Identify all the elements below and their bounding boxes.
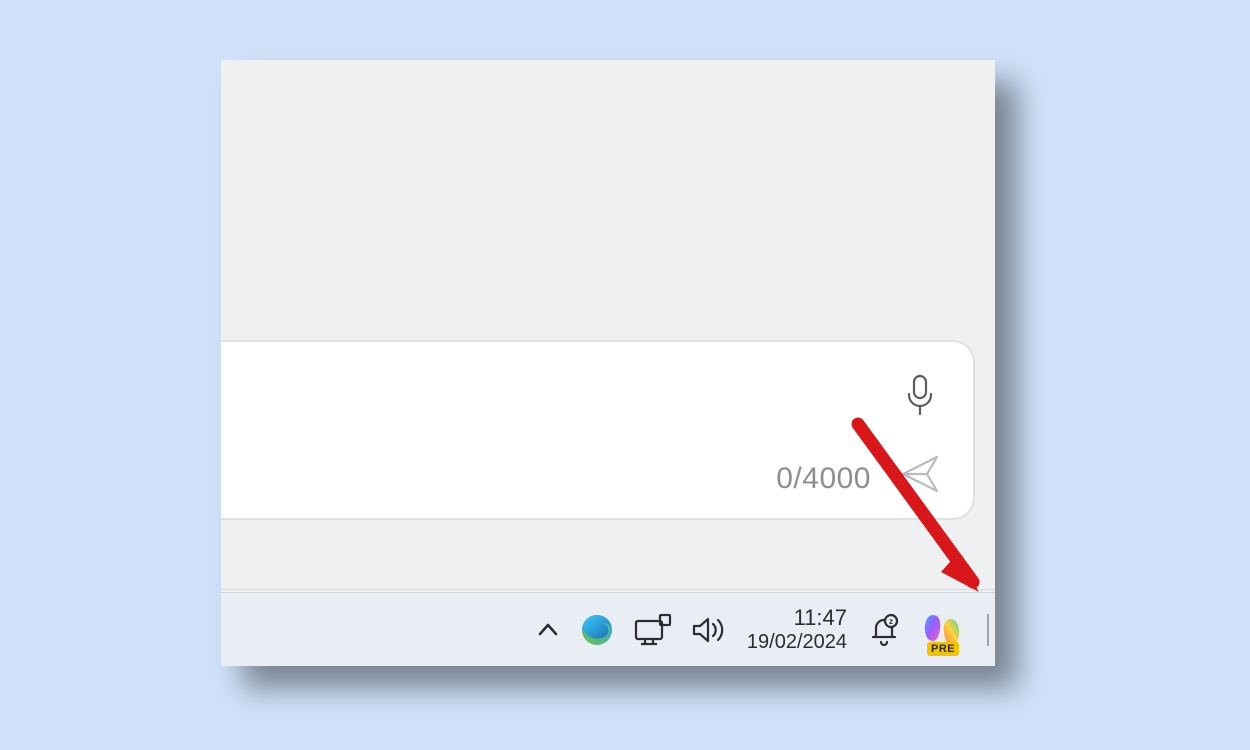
copilot-icon[interactable]: PRE <box>919 607 965 653</box>
svg-text:z: z <box>889 617 893 626</box>
system-tray: 11:47 19/02/2024 z <box>535 593 989 666</box>
screenshot-panel: 0/4000 <box>221 60 995 666</box>
clock[interactable]: 11:47 19/02/2024 <box>747 606 847 652</box>
tray-overflow-icon[interactable] <box>535 617 561 643</box>
send-icon[interactable] <box>899 453 941 500</box>
separator <box>221 588 995 590</box>
chat-input-card[interactable]: 0/4000 <box>221 340 975 520</box>
network-icon[interactable] <box>633 613 673 647</box>
stage: 0/4000 <box>0 0 1250 750</box>
char-counter: 0/4000 <box>776 462 871 496</box>
copilot-pre-badge: PRE <box>927 642 959 656</box>
volume-icon[interactable] <box>691 614 727 646</box>
chat-area: 0/4000 <box>221 60 995 592</box>
clock-date: 19/02/2024 <box>747 631 847 653</box>
show-desktop-handle[interactable] <box>987 614 989 646</box>
notifications-dnd-icon[interactable]: z <box>867 612 901 648</box>
clock-time: 11:47 <box>794 606 847 630</box>
edge-icon[interactable] <box>579 612 615 648</box>
microphone-icon[interactable] <box>903 374 937 421</box>
taskbar: 11:47 19/02/2024 z <box>221 592 995 666</box>
